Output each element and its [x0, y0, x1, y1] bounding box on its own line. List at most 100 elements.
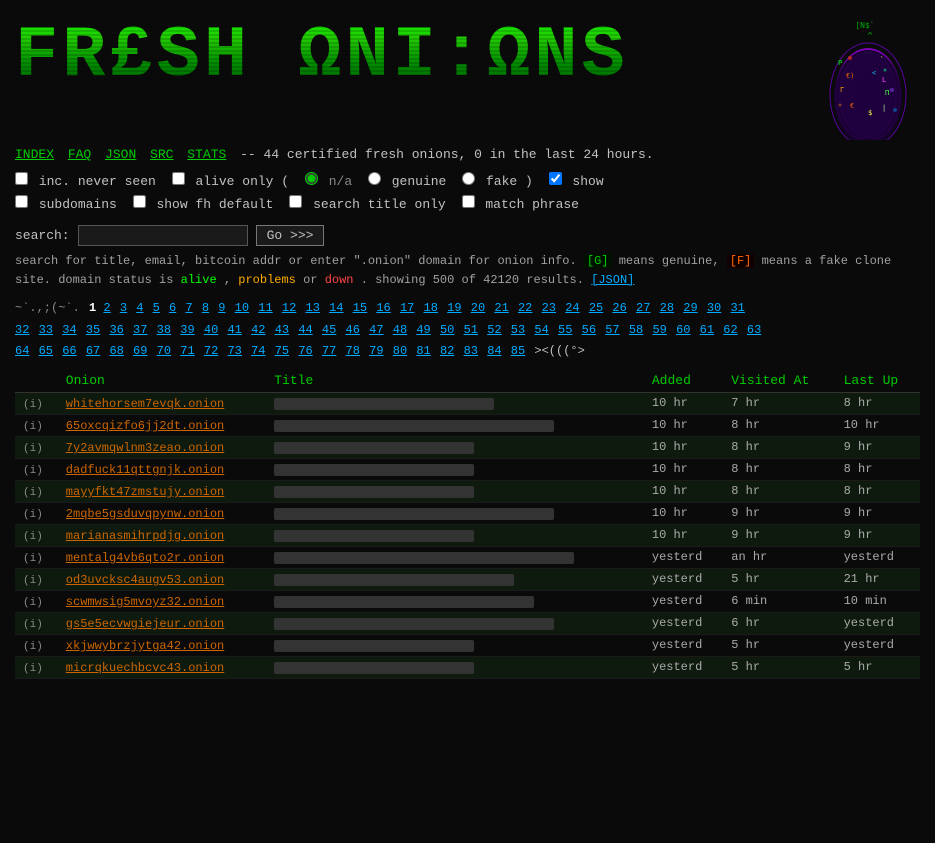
na-radio[interactable]: [305, 172, 318, 185]
nav-json[interactable]: JSON: [105, 147, 136, 162]
match-phrase-checkbox[interactable]: [462, 195, 475, 208]
page-16[interactable]: 16: [376, 301, 390, 315]
page-37[interactable]: 37: [133, 323, 147, 337]
onion-link[interactable]: scwmwsig5mvoyz32.onion: [66, 595, 224, 609]
inc-never-seen-option[interactable]: inc. never seen: [15, 174, 164, 189]
show-fh-checkbox[interactable]: [133, 195, 146, 208]
onion-link[interactable]: whitehorsem7evqk.onion: [66, 397, 224, 411]
page-50[interactable]: 50: [440, 323, 454, 337]
page-18[interactable]: 18: [424, 301, 438, 315]
inc-never-seen-checkbox[interactable]: [15, 172, 28, 185]
onion-link[interactable]: micrqkuechbcvc43.onion: [66, 661, 224, 675]
page-67[interactable]: 67: [86, 344, 100, 358]
onion-link[interactable]: mayyfkt47zmstujy.onion: [66, 485, 224, 499]
onion-link[interactable]: xkjwwybrzjytga42.onion: [66, 639, 224, 653]
page-58[interactable]: 58: [629, 323, 643, 337]
page-3[interactable]: 3: [120, 301, 127, 315]
page-34[interactable]: 34: [62, 323, 76, 337]
onion-link[interactable]: 7y2avmqwlnm3zeao.onion: [66, 441, 224, 455]
info-link[interactable]: (i): [23, 597, 43, 609]
subdomains-option[interactable]: subdomains: [15, 197, 125, 212]
subdomains-checkbox[interactable]: [15, 195, 28, 208]
page-5[interactable]: 5: [153, 301, 160, 315]
page-31[interactable]: 31: [730, 301, 744, 315]
info-link[interactable]: (i): [23, 421, 43, 433]
page-63[interactable]: 63: [747, 323, 761, 337]
page-29[interactable]: 29: [683, 301, 697, 315]
page-46[interactable]: 46: [346, 323, 360, 337]
page-57[interactable]: 57: [605, 323, 619, 337]
page-77[interactable]: 77: [322, 344, 336, 358]
page-15[interactable]: 15: [353, 301, 367, 315]
page-2[interactable]: 2: [103, 301, 110, 315]
search-title-option[interactable]: search title only: [289, 197, 453, 212]
page-85[interactable]: 85: [511, 344, 525, 358]
page-26[interactable]: 26: [612, 301, 626, 315]
page-81[interactable]: 81: [416, 344, 430, 358]
page-65[interactable]: 65: [39, 344, 53, 358]
page-66[interactable]: 66: [62, 344, 76, 358]
page-56[interactable]: 56: [582, 323, 596, 337]
page-64[interactable]: 64: [15, 344, 29, 358]
page-7[interactable]: 7: [185, 301, 192, 315]
page-59[interactable]: 59: [652, 323, 666, 337]
page-27[interactable]: 27: [636, 301, 650, 315]
genuine-radio[interactable]: [368, 172, 381, 185]
show-fh-option[interactable]: show fh default: [133, 197, 282, 212]
onion-link[interactable]: gs5e5ecvwgiejeur.onion: [66, 617, 224, 631]
json-link[interactable]: [JSON]: [591, 273, 634, 287]
page-40[interactable]: 40: [204, 323, 218, 337]
page-9[interactable]: 9: [218, 301, 225, 315]
page-78[interactable]: 78: [346, 344, 360, 358]
search-button[interactable]: Go >>>: [256, 225, 325, 246]
page-25[interactable]: 25: [589, 301, 603, 315]
onion-link[interactable]: marianasmihrpdjg.onion: [66, 529, 224, 543]
page-8[interactable]: 8: [202, 301, 209, 315]
page-62[interactable]: 62: [723, 323, 737, 337]
page-68[interactable]: 68: [109, 344, 123, 358]
page-75[interactable]: 75: [275, 344, 289, 358]
page-4[interactable]: 4: [136, 301, 143, 315]
page-42[interactable]: 42: [251, 323, 265, 337]
nav-faq[interactable]: FAQ: [68, 147, 91, 162]
na-radio-option[interactable]: n/a: [305, 174, 360, 189]
page-51[interactable]: 51: [464, 323, 478, 337]
fake-radio-option[interactable]: fake ): [462, 174, 540, 189]
onion-link[interactable]: mentalg4vb6qto2r.onion: [66, 551, 224, 565]
page-60[interactable]: 60: [676, 323, 690, 337]
page-35[interactable]: 35: [86, 323, 100, 337]
info-link[interactable]: (i): [23, 509, 43, 521]
genuine-radio-option[interactable]: genuine: [368, 174, 454, 189]
page-84[interactable]: 84: [487, 344, 501, 358]
page-44[interactable]: 44: [298, 323, 312, 337]
page-6[interactable]: 6: [169, 301, 176, 315]
info-link[interactable]: (i): [23, 619, 43, 631]
info-link[interactable]: (i): [23, 443, 43, 455]
info-link[interactable]: (i): [23, 575, 43, 587]
search-input[interactable]: [78, 225, 248, 246]
fake-radio[interactable]: [462, 172, 475, 185]
page-12[interactable]: 12: [282, 301, 296, 315]
onion-link[interactable]: od3uvcksc4augv53.onion: [66, 573, 224, 587]
page-22[interactable]: 22: [518, 301, 532, 315]
nav-stats[interactable]: STATS: [187, 147, 226, 162]
nav-index[interactable]: INDEX: [15, 147, 54, 162]
page-19[interactable]: 19: [447, 301, 461, 315]
onion-link[interactable]: 2mqbe5gsduvqpynw.onion: [66, 507, 224, 521]
page-17[interactable]: 17: [400, 301, 414, 315]
page-39[interactable]: 39: [180, 323, 194, 337]
page-36[interactable]: 36: [109, 323, 123, 337]
page-43[interactable]: 43: [275, 323, 289, 337]
onion-link[interactable]: 65oxcqizfo6jj2dt.onion: [66, 419, 224, 433]
search-title-checkbox[interactable]: [289, 195, 302, 208]
page-55[interactable]: 55: [558, 323, 572, 337]
page-54[interactable]: 54: [534, 323, 548, 337]
page-83[interactable]: 83: [464, 344, 478, 358]
page-53[interactable]: 53: [511, 323, 525, 337]
alive-only-checkbox[interactable]: [172, 172, 185, 185]
page-41[interactable]: 41: [227, 323, 241, 337]
show-checkbox[interactable]: [549, 172, 562, 185]
page-61[interactable]: 61: [700, 323, 714, 337]
page-13[interactable]: 13: [306, 301, 320, 315]
page-33[interactable]: 33: [39, 323, 53, 337]
